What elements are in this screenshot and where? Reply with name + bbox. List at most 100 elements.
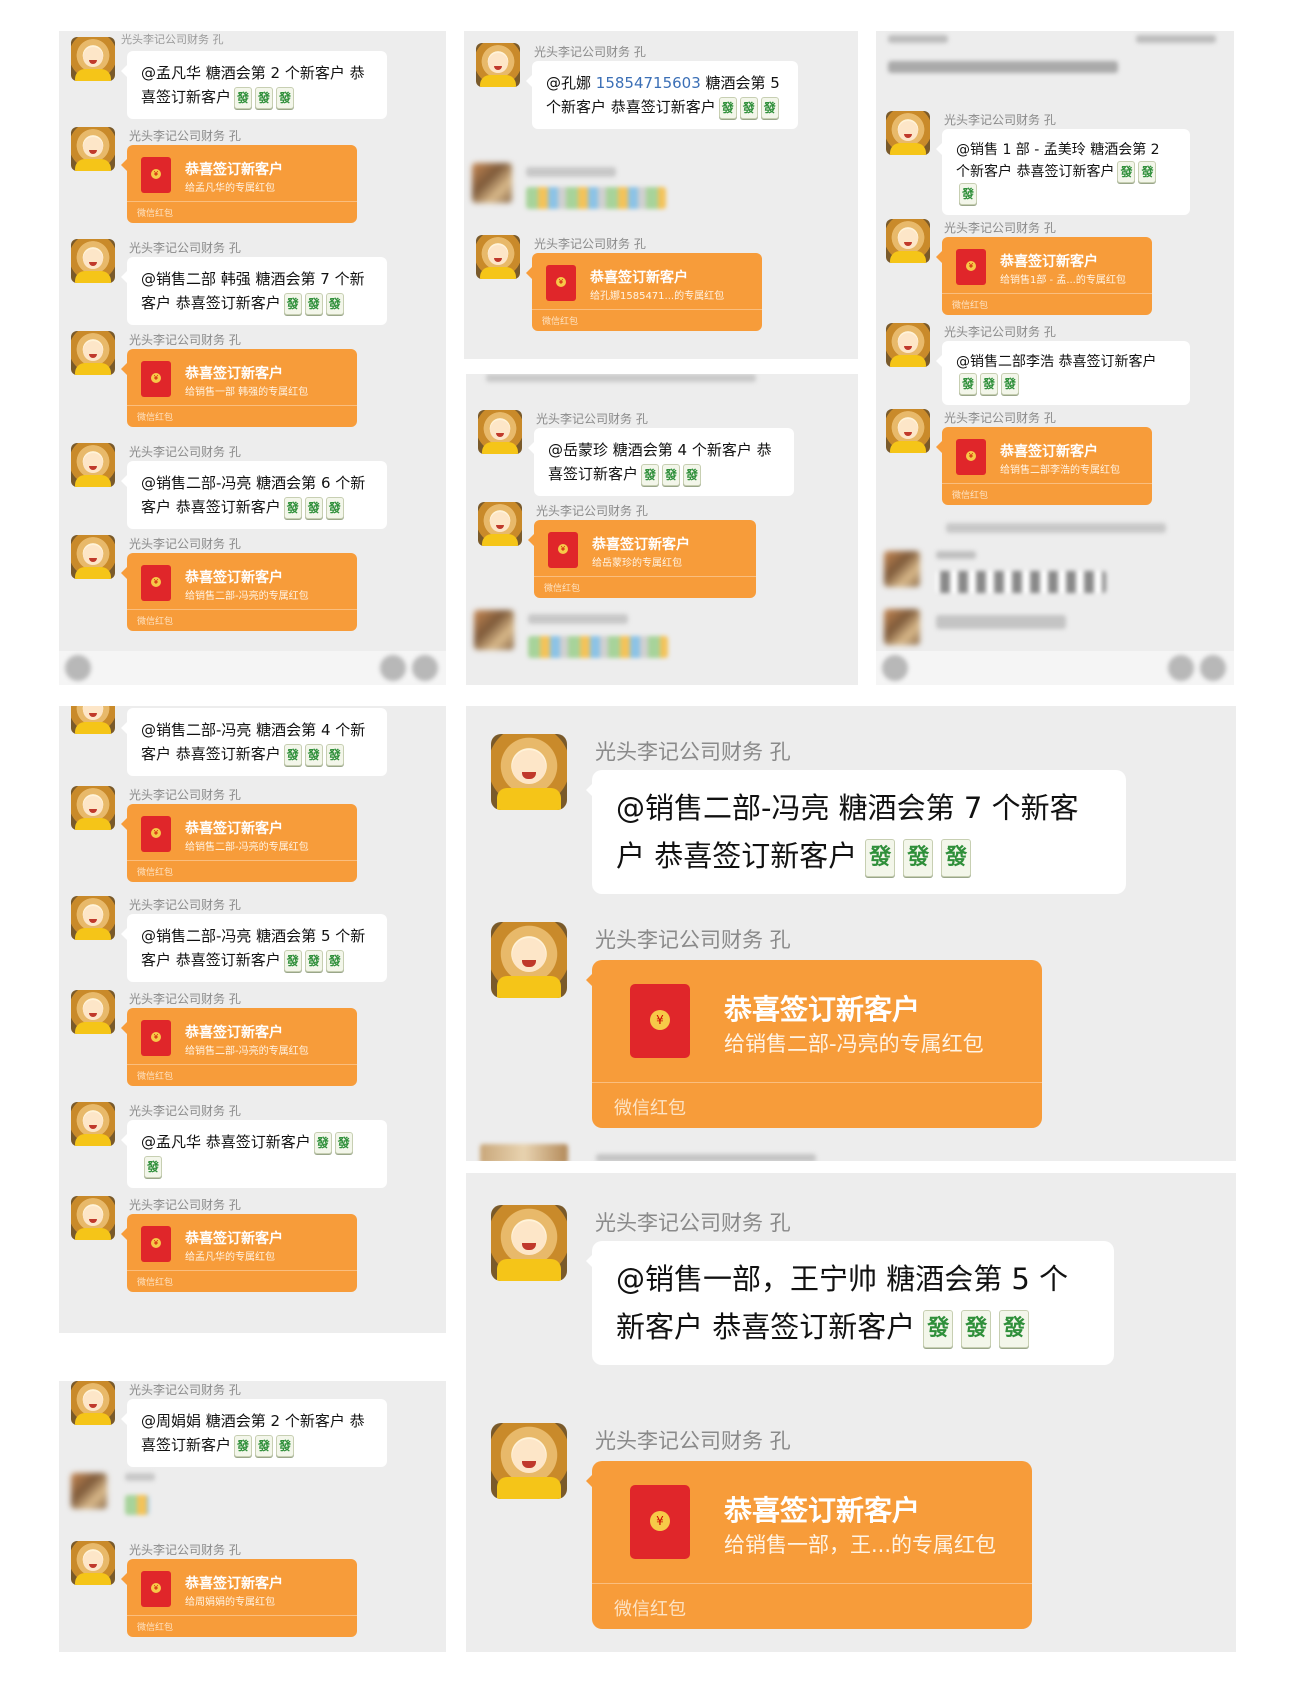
- red-envelope-icon: ¥: [546, 265, 576, 301]
- avatar[interactable]: [71, 443, 115, 487]
- avatar[interactable]: [71, 990, 115, 1034]
- red-packet[interactable]: ¥ 恭喜签订新客户 给孟凡华的专属红包 微信红包: [121, 145, 357, 223]
- fa-tile-icon: 發: [739, 96, 758, 119]
- red-packet-subtitle: 给销售二部-冯亮的专属红包: [185, 1046, 309, 1057]
- chat-panel-7: 光头李记公司财务 孔 @销售二部-冯亮 糖酒会第 7 个新客户 恭喜签订新客户發…: [466, 706, 1236, 1161]
- voice-icon[interactable]: [882, 655, 908, 681]
- phone-number-link[interactable]: 15854715603: [596, 74, 701, 92]
- fa-tile-icon: 發: [941, 839, 972, 877]
- red-packet-subtitle: 给销售二部-冯亮的专属红包: [185, 591, 309, 602]
- avatar[interactable]: [886, 219, 930, 263]
- message: 光头李记公司财务 孔 @销售一部，王宁帅 糖酒会第 5 个新客户 恭喜签订新客户…: [491, 1205, 1231, 1435]
- fa-tile-icon: 發: [641, 463, 660, 486]
- blurred-message: [526, 187, 666, 209]
- sender-name: 光头李记公司财务 孔: [129, 898, 241, 912]
- avatar[interactable]: [71, 331, 115, 375]
- avatar[interactable]: [71, 1541, 115, 1585]
- red-packet[interactable]: ¥ 恭喜签订新客户 给孔娜1585471...的专属红包 微信红包: [526, 253, 762, 331]
- avatar[interactable]: [71, 1196, 115, 1240]
- avatar[interactable]: [71, 239, 115, 283]
- avatar[interactable]: [491, 734, 567, 810]
- red-packet-footer: 微信红包: [137, 209, 174, 219]
- red-packet-title: 恭喜签订新客户: [185, 1025, 283, 1041]
- red-packet-title: 恭喜签订新客户: [590, 270, 688, 286]
- sender-name: 光头李记公司财务 孔: [129, 537, 241, 551]
- red-envelope-icon: ¥: [630, 1485, 690, 1559]
- plus-icon[interactable]: [412, 655, 438, 681]
- text-bubble[interactable]: @孔娜 15854715603 糖酒会第 5 个新客户 恭喜签订新客户發發發: [526, 61, 798, 129]
- emoji-icon[interactable]: [1168, 655, 1194, 681]
- avatar[interactable]: [71, 1381, 115, 1425]
- text-bubble[interactable]: @销售二部-冯亮 糖酒会第 7 个新客户 恭喜签订新客户發發發: [586, 770, 1126, 894]
- blurred-message: [528, 636, 668, 658]
- avatar[interactable]: [478, 410, 522, 454]
- red-packet[interactable]: ¥ 恭喜签订新客户 给销售一部 韩强的专属红包 微信红包: [121, 349, 357, 427]
- fa-tile-icon: 發: [760, 96, 779, 119]
- red-packet[interactable]: ¥ 恭喜签订新客户 给销售一部，王...的专属红包 微信红包: [586, 1461, 1032, 1629]
- message: 光头李记公司财务 孔 @岳蒙珍 糖酒会第 4 个新客户 恭喜签订新客户發發發: [478, 410, 858, 500]
- text-bubble[interactable]: @岳蒙珍 糖酒会第 4 个新客户 恭喜签订新客户發發發: [528, 428, 794, 496]
- red-packet[interactable]: ¥ 恭喜签订新客户 给销售二部-冯亮的专属红包 微信红包: [586, 960, 1042, 1128]
- red-packet[interactable]: ¥ 恭喜签订新客户 给岳蒙珍的专属红包 微信红包: [528, 520, 756, 598]
- text-bubble[interactable]: @孟凡华 糖酒会第 2 个新客户 恭喜签订新客户發發發: [121, 51, 387, 119]
- avatar[interactable]: [71, 896, 115, 940]
- red-packet[interactable]: ¥ 恭喜签订新客户 给孟凡华的专属红包 微信红包: [121, 1214, 357, 1292]
- red-packet-title: 恭喜签订新客户: [185, 570, 283, 586]
- plus-icon[interactable]: [1200, 655, 1226, 681]
- avatar[interactable]: [491, 1205, 567, 1281]
- red-envelope-icon: ¥: [141, 1571, 171, 1607]
- text-bubble[interactable]: @销售二部李浩 恭喜签订新客户發發發: [936, 341, 1190, 405]
- avatar[interactable]: [886, 323, 930, 367]
- red-envelope-icon: ¥: [956, 249, 986, 285]
- avatar[interactable]: [71, 786, 115, 830]
- text-bubble[interactable]: @销售二部-冯亮 糖酒会第 5 个新客户 恭喜签订新客户發發發: [121, 914, 387, 982]
- text-bubble[interactable]: @销售一部，王宁帅 糖酒会第 5 个新客户 恭喜签订新客户發發發: [586, 1241, 1114, 1365]
- text-bubble[interactable]: @孟凡华 恭喜签订新客户發發發: [121, 1120, 387, 1188]
- blurred-message: [936, 615, 1066, 629]
- blurred-avatar[interactable]: [71, 1473, 107, 1509]
- avatar[interactable]: [886, 111, 930, 155]
- message: 光头李记公司财务 孔 ¥ 恭喜签订新客户 给岳蒙珍的专属红包 微信红包: [478, 502, 858, 602]
- avatar[interactable]: [476, 43, 520, 87]
- red-packet[interactable]: ¥ 恭喜签订新客户 给销售二部-冯亮的专属红包 微信红包: [121, 1008, 357, 1086]
- blurred-avatar[interactable]: [472, 163, 512, 203]
- fa-tile-icon: 發: [923, 1310, 954, 1348]
- blurred-avatar[interactable]: [884, 551, 920, 587]
- fa-tile-icon: 發: [662, 463, 681, 486]
- text-bubble[interactable]: @销售二部 韩强 糖酒会第 7 个新客户 恭喜签订新客户發發發: [121, 257, 387, 325]
- text-bubble[interactable]: @销售二部-冯亮 糖酒会第 4 个新客户 恭喜签订新客户發發發: [121, 708, 387, 776]
- avatar[interactable]: [478, 502, 522, 546]
- fa-tile-icon: 發: [313, 1131, 332, 1154]
- avatar[interactable]: [491, 922, 567, 998]
- blurred-avatar[interactable]: [474, 610, 514, 650]
- sender-name: 光头李记公司财务 孔: [129, 241, 241, 255]
- text-bubble[interactable]: @周娟娟 糖酒会第 2 个新客户 恭喜签订新客户發發發: [121, 1399, 387, 1467]
- blurred-avatar[interactable]: [884, 609, 920, 645]
- sender-name: 光头李记公司财务 孔: [944, 411, 1056, 425]
- fa-tile-icon: 發: [283, 743, 302, 766]
- avatar[interactable]: [476, 235, 520, 279]
- red-packet-footer: 微信红包: [137, 413, 174, 423]
- avatar[interactable]: [71, 127, 115, 171]
- sender-name: 光头李记公司财务 孔: [536, 504, 648, 518]
- red-packet[interactable]: ¥ 恭喜签订新客户 给周娟娟的专属红包 微信红包: [121, 1559, 357, 1637]
- avatar[interactable]: [71, 1102, 115, 1146]
- avatar[interactable]: [886, 409, 930, 453]
- avatar[interactable]: [491, 1423, 567, 1499]
- avatar[interactable]: [71, 535, 115, 579]
- red-packet[interactable]: ¥ 恭喜签订新客户 给销售二部-冯亮的专属红包 微信红包: [121, 804, 357, 882]
- chat-panel-2: 光头李记公司财务 孔 @孔娜 15854715603 糖酒会第 5 个新客户 恭…: [464, 31, 858, 359]
- message: 光头李记公司财务 孔 ¥ 恭喜签订新客户 给孔娜1585471...的专属红包 …: [476, 235, 856, 345]
- message-text: @销售二部李浩 恭喜签订新客户: [956, 354, 1157, 370]
- red-packet-title: 恭喜签订新客户: [724, 993, 921, 1026]
- red-packet[interactable]: ¥ 恭喜签订新客户 给销售二部李浩的专属红包 微信红包: [936, 427, 1152, 505]
- voice-icon[interactable]: [65, 655, 91, 681]
- emoji-icon[interactable]: [380, 655, 406, 681]
- avatar[interactable]: [71, 37, 115, 81]
- red-packet[interactable]: ¥ 恭喜签订新客户 给销售二部-冯亮的专属红包 微信红包: [121, 553, 357, 631]
- text-bubble[interactable]: @销售二部-冯亮 糖酒会第 6 个新客户 恭喜签订新客户發發發: [121, 461, 387, 529]
- text-bubble[interactable]: @销售 1 部 - 孟美玲 糖酒会第 2 个新客户 恭喜签订新客户發發發: [936, 129, 1190, 215]
- avatar[interactable]: [71, 706, 115, 734]
- red-packet[interactable]: ¥ 恭喜签订新客户 给销售1部 - 孟...的专属红包 微信红包: [936, 237, 1152, 315]
- message: @孟凡华 糖酒会第 2 个新客户 恭喜签订新客户發發發: [71, 37, 441, 119]
